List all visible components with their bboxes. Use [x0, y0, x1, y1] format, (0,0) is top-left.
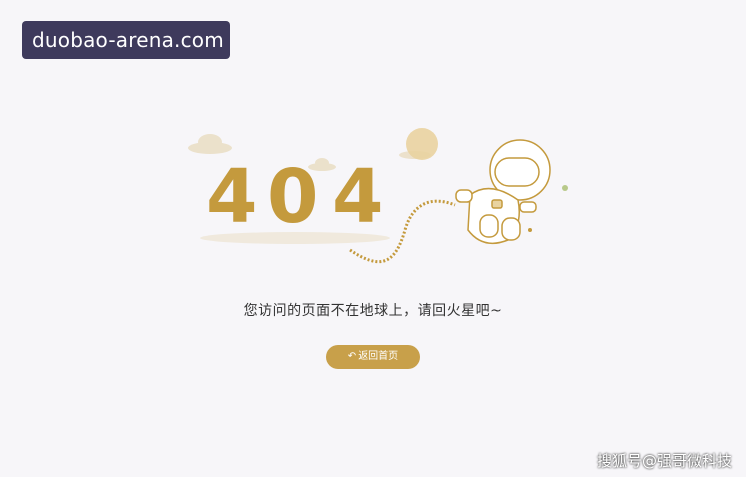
astronaut-figure — [455, 139, 551, 245]
error-message: 您访问的页面不在地球上，请回火星吧~ — [243, 303, 503, 319]
site-watermark: duobao-arena.com — [22, 21, 230, 59]
return-arrow-icon: ↶ — [347, 351, 357, 362]
source-watermark: 搜狐号@强哥微科技 — [596, 452, 732, 470]
error-digit: 4 — [206, 154, 258, 240]
return-home-label: 返回首页 — [358, 351, 399, 362]
error-digit: 0 — [267, 154, 319, 240]
error-digit: 4 — [332, 154, 384, 240]
sun-icon — [406, 128, 438, 160]
return-home-button[interactable]: ↶ 返回首页 — [326, 345, 420, 369]
